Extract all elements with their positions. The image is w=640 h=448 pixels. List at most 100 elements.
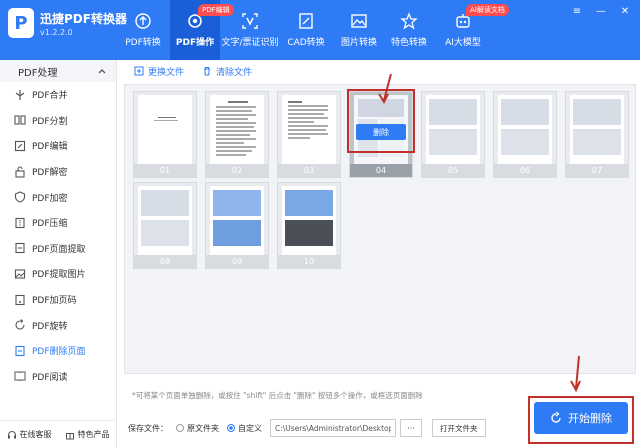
sidebar-item-edit[interactable]: PDF编辑	[0, 133, 116, 159]
shield-icon	[14, 191, 26, 203]
page-number: 05	[422, 164, 484, 177]
page-number-icon	[15, 294, 25, 305]
custom-folder-radio[interactable]	[227, 424, 235, 432]
page-thumbnail[interactable]: 01	[133, 91, 197, 178]
page-number: 08	[134, 255, 196, 268]
headset-icon	[7, 430, 16, 438]
sidebar-item-compress[interactable]: PDF压缩	[0, 210, 116, 236]
split-icon	[14, 115, 26, 125]
output-path-input[interactable]	[270, 419, 396, 437]
image-icon	[14, 269, 26, 279]
sidebar-section-title: PDF处理	[18, 67, 58, 79]
sidebar-item-read[interactable]: PDF阅读	[0, 364, 116, 390]
main-panel: 更换文件 清除文件 01 02 03 删除 04 05 06 07 08 09 …	[118, 60, 640, 448]
page-number: 02	[206, 164, 268, 177]
sidebar-item-rotate[interactable]: PDF旋转	[0, 312, 116, 338]
online-service-label: 在线客服	[19, 430, 52, 439]
compress-icon	[15, 217, 25, 228]
page-preview	[210, 186, 264, 255]
add-file-icon	[134, 66, 144, 76]
edit-icon	[14, 140, 26, 152]
browse-button[interactable]: ···	[400, 419, 422, 437]
tab-special-convert[interactable]: 特色转换	[388, 0, 430, 60]
sidebar-item-encrypt[interactable]: PDF加密	[0, 184, 116, 210]
source-folder-radio[interactable]	[176, 424, 184, 432]
menu-icon[interactable]: ≡	[570, 6, 584, 17]
page-thumbnail[interactable]: 09	[205, 182, 269, 269]
trash-icon	[204, 67, 211, 76]
open-folder-button[interactable]: 打开文件夹	[432, 419, 486, 437]
sidebar-item-label: PDF删除页面	[32, 347, 86, 358]
sidebar-footer: 在线客服 特色产品	[0, 420, 116, 448]
page-preview	[498, 95, 552, 164]
tab-ocr[interactable]: 文字/票证识别	[221, 0, 279, 60]
sidebar-item-delete-pages[interactable]: PDF删除页面	[0, 338, 116, 364]
page-thumbnail[interactable]: 10	[277, 182, 341, 269]
delete-page-icon	[15, 345, 25, 356]
minimize-icon[interactable]: —	[594, 6, 608, 17]
page-thumbnail[interactable]: 07	[565, 91, 629, 178]
page-preview	[570, 95, 624, 164]
extract-page-icon	[15, 243, 25, 254]
tab-label: 图片转换	[340, 38, 377, 48]
page-preview	[282, 95, 336, 164]
chevron-up-icon	[98, 69, 106, 74]
sidebar-item-page-number[interactable]: PDF加页码	[0, 287, 116, 313]
book-icon	[14, 371, 26, 382]
annotation-arrow-icon	[378, 73, 392, 105]
featured-products-link[interactable]: 特色产品	[65, 429, 110, 440]
sidebar-item-label: PDF解密	[32, 168, 68, 179]
ai-doc-badge[interactable]: AI解读文档	[466, 4, 509, 16]
sidebar-item-extract-images[interactable]: PDF提取图片	[0, 261, 116, 287]
tab-image-convert[interactable]: 图片转换	[338, 0, 380, 60]
replace-file-button[interactable]: 更换文件	[134, 65, 184, 78]
sidebar-item-label: PDF分割	[32, 116, 68, 127]
save-file-label: 保存文件：	[128, 423, 168, 433]
page-thumbnail[interactable]: 08	[133, 182, 197, 269]
page-preview	[138, 95, 192, 164]
source-folder-label: 原文件夹	[187, 423, 219, 433]
sidebar-section-header[interactable]: PDF处理	[0, 60, 116, 82]
app-logo: P	[8, 8, 34, 38]
gift-icon	[65, 432, 74, 439]
app-header: P 迅捷PDF转换器 v1.2.2.0 PDF转换 PDF操作 PDF编辑 文字…	[0, 0, 640, 60]
tab-cad-convert[interactable]: CAD转换	[285, 0, 327, 60]
tab-label: PDF转换	[125, 38, 161, 48]
unlock-icon	[15, 166, 25, 178]
app-title: 迅捷PDF转换器	[40, 12, 127, 26]
sidebar-item-label: PDF加页码	[32, 296, 77, 307]
sidebar-item-decrypt[interactable]: PDF解密	[0, 159, 116, 185]
image-icon	[351, 14, 367, 28]
page-thumbnail[interactable]: 03	[277, 91, 341, 178]
page-number: 06	[494, 164, 556, 177]
page-preview	[426, 95, 480, 164]
sidebar-item-label: PDF合并	[32, 91, 68, 102]
replace-file-label: 更换文件	[148, 67, 185, 78]
page-number: 01	[134, 164, 196, 177]
sidebar-item-split[interactable]: PDF分割	[0, 108, 116, 134]
tab-label: PDF操作	[175, 38, 215, 48]
featured-products-label: 特色产品	[77, 430, 110, 439]
clear-file-button[interactable]: 清除文件	[202, 65, 252, 78]
tab-label: 特色转换	[390, 38, 427, 48]
online-service-link[interactable]: 在线客服	[7, 429, 52, 440]
star-icon	[400, 12, 418, 30]
page-thumbnail[interactable]: 06	[493, 91, 557, 178]
page-thumbnail[interactable]: 02	[205, 91, 269, 178]
sidebar-item-merge[interactable]: PDF合并	[0, 82, 116, 108]
operation-hint: *可将某个页面单独删除，或按住 "shift" 后点击 "删除" 按钮多个操作，…	[132, 391, 423, 400]
page-number: 03	[278, 164, 340, 177]
page-number: 07	[566, 164, 628, 177]
sidebar-item-label: PDF压缩	[32, 219, 68, 230]
sidebar-item-label: PDF阅读	[32, 372, 68, 383]
sidebar-item-extract-pages[interactable]: PDF页面提取	[0, 236, 116, 262]
page-number: 10	[278, 255, 340, 268]
tab-pdf-convert[interactable]: PDF转换	[120, 0, 166, 60]
sidebar-item-label: PDF旋转	[32, 321, 68, 332]
clear-file-label: 清除文件	[216, 67, 253, 78]
page-thumbnail[interactable]: 05	[421, 91, 485, 178]
tab-label: CAD转换	[287, 38, 325, 48]
close-icon[interactable]: ✕	[618, 6, 632, 17]
rotate-icon	[15, 319, 25, 330]
custom-folder-label: 自定义	[238, 423, 262, 433]
